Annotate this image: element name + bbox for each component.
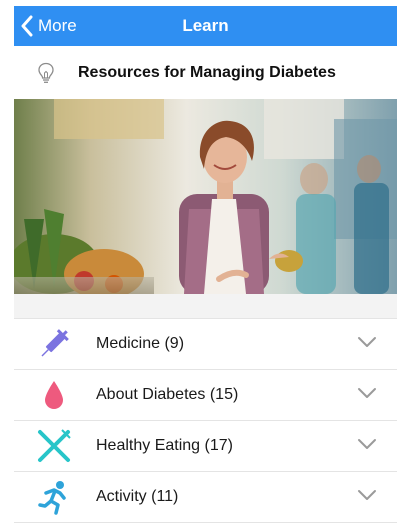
- fork-knife-icon: [34, 426, 74, 466]
- back-button[interactable]: More: [20, 6, 77, 46]
- category-label: About Diabetes (15): [96, 386, 239, 403]
- resources-header: Resources for Managing Diabetes: [14, 46, 397, 99]
- category-item-about-diabetes[interactable]: About Diabetes (15): [14, 370, 397, 421]
- category-item-activity[interactable]: Activity (11): [14, 472, 397, 523]
- hero-photo: [14, 99, 397, 294]
- resources-title: Resources for Managing Diabetes: [78, 63, 336, 81]
- category-label: Healthy Eating (17): [96, 437, 233, 454]
- blood-drop-icon: [34, 375, 74, 415]
- category-item-medicine[interactable]: Medicine (9): [14, 319, 397, 370]
- chevron-down-icon: [358, 439, 376, 449]
- lightbulb-icon: [38, 62, 54, 83]
- back-button-label: More: [38, 16, 77, 35]
- navigation-bar: More Learn: [14, 6, 397, 46]
- running-person-icon: [34, 477, 74, 517]
- category-label: Medicine (9): [96, 335, 185, 352]
- chevron-down-icon: [358, 337, 376, 347]
- hero-image: [14, 99, 397, 294]
- category-list: Medicine (9) About Diabetes (15) Healthy…: [14, 318, 397, 523]
- chevron-down-icon: [358, 490, 376, 500]
- section-spacer: [14, 294, 397, 318]
- chevron-left-icon: [21, 15, 33, 37]
- screen: More Learn Resources for Managing Diabet…: [14, 6, 397, 525]
- category-label: Activity (11): [96, 488, 179, 505]
- chevron-down-icon: [358, 388, 376, 398]
- category-item-healthy-eating[interactable]: Healthy Eating (17): [14, 421, 397, 472]
- syringe-icon: [34, 324, 74, 364]
